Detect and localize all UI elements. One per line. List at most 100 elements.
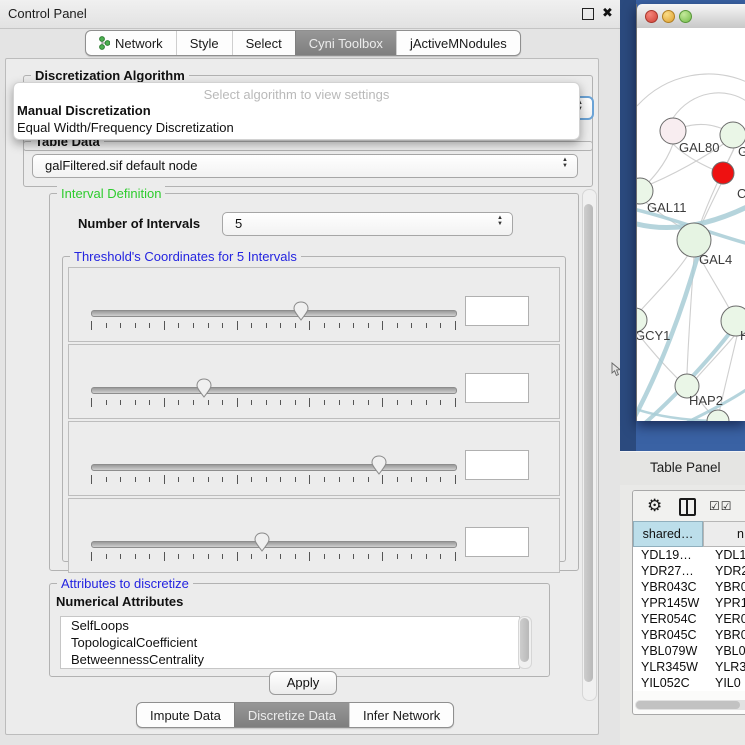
table-cell: YER054C (633, 611, 711, 627)
table-row[interactable]: YDR27…YDR2 (633, 563, 745, 579)
threshold-block-2 (68, 344, 560, 419)
table-column-header[interactable]: n (703, 521, 745, 547)
tick-mark (309, 398, 310, 407)
table-cell: YIL0 (711, 675, 741, 691)
bottom-tab-impute-data[interactable]: Impute Data (137, 703, 234, 727)
table-row[interactable]: YPR145WYPR1 (633, 595, 745, 611)
apply-button[interactable]: Apply (269, 671, 337, 695)
tab-network[interactable]: Network (86, 31, 176, 55)
tick-mark (426, 323, 427, 328)
panel-scrollbar[interactable] (582, 189, 597, 701)
zoom-traffic-icon[interactable] (679, 10, 692, 23)
slider-track[interactable] (91, 387, 457, 394)
numerical-attributes-list[interactable]: SelfLoopsTopologicalCoefficientBetweenne… (60, 616, 520, 669)
table-hscrollbar[interactable] (635, 700, 745, 710)
slider-track[interactable] (91, 310, 457, 317)
table-cell: YLR345W (633, 659, 711, 675)
tick-mark (149, 477, 150, 482)
tick-mark (251, 400, 252, 405)
attributes-list-scrollbar[interactable] (518, 616, 532, 669)
gear-icon[interactable]: ⚙ (647, 496, 662, 516)
panel-title: Control Panel (8, 6, 87, 21)
attribute-item[interactable]: TopologicalCoefficient (61, 634, 519, 651)
select-columns-icon[interactable]: ☑☑ (709, 499, 733, 513)
network-graph: GAL80GACGAL11GAL4GCY1HHAP2 (637, 28, 745, 421)
columns-icon[interactable] (679, 498, 696, 516)
table-column-header[interactable]: shared… (633, 521, 703, 547)
tick-mark (440, 477, 441, 482)
network-edge[interactable] (695, 335, 735, 380)
threshold-value-field[interactable] (465, 296, 529, 326)
tick-mark (106, 400, 107, 405)
tick-mark (237, 475, 238, 484)
close-icon[interactable]: ✖ (602, 5, 613, 21)
algorithm-option-manual[interactable]: Manual Discretization (17, 103, 151, 118)
attributes-scrollbar-thumb[interactable] (520, 618, 529, 662)
tick-mark (106, 323, 107, 328)
bottom-tab-discretize-data[interactable]: Discretize Data (234, 703, 349, 727)
intervals-value: 5 (235, 216, 242, 231)
table-data-group: Table Data galFiltered.sif default node … (23, 141, 593, 187)
network-icon (99, 36, 110, 50)
thresholds-group-label: Threshold's Coordinates for 5 Intervals (70, 249, 301, 264)
algorithm-option-equal-width[interactable]: Equal Width/Frequency Discretization (17, 120, 234, 135)
table-hscrollbar-thumb[interactable] (636, 701, 740, 709)
tick-mark (91, 398, 92, 407)
table-row[interactable]: YLR345WYLR3 (633, 659, 745, 675)
tick-mark (440, 323, 441, 328)
slider-handle[interactable] (196, 378, 212, 398)
slider-track[interactable] (91, 464, 457, 471)
bottom-tab-label: Impute Data (150, 708, 221, 723)
slider-handle[interactable] (293, 301, 309, 321)
number-of-intervals-spinner[interactable]: 5 ▲▼ (222, 212, 513, 236)
desktop-strip (620, 0, 636, 451)
tab-style[interactable]: Style (176, 31, 232, 55)
panel-scrollbar-thumb[interactable] (584, 204, 593, 682)
network-window-titlebar (637, 4, 745, 29)
threshold-value-field[interactable] (465, 450, 529, 480)
threshold-list (68, 267, 560, 575)
close-traffic-icon[interactable] (645, 10, 658, 23)
tick-mark (222, 477, 223, 482)
tab-select[interactable]: Select (232, 31, 295, 55)
table-toolbar: ⚙ ☑☑ (633, 491, 745, 521)
table-cell: YBR043C (633, 579, 711, 595)
attribute-item[interactable]: BetweennessCentrality (61, 651, 519, 668)
network-canvas[interactable]: GAL80GACGAL11GAL4GCY1HHAP2 (637, 28, 745, 421)
slider-handle[interactable] (254, 532, 270, 552)
table-cell: YDR27… (633, 563, 711, 579)
table-row[interactable]: YBL079WYBL0 (633, 643, 745, 659)
tick-mark (193, 554, 194, 559)
threshold-value-field[interactable] (465, 527, 529, 557)
tick-mark (193, 477, 194, 482)
tab-cyni-toolbox[interactable]: Cyni Toolbox (295, 31, 396, 55)
threshold-value-field[interactable] (465, 373, 529, 403)
attributes-group-label: Attributes to discretize (57, 576, 193, 591)
threshold-block-3 (68, 421, 560, 496)
tick-mark (353, 400, 354, 405)
tick-mark (295, 400, 296, 405)
table-row[interactable]: YER054CYER0 (633, 611, 745, 627)
table-row[interactable]: YBR043CYBR0 (633, 579, 745, 595)
tick-mark (368, 400, 369, 405)
slider-handle[interactable] (371, 455, 387, 475)
table-cell: YBR0 (711, 627, 745, 643)
tick-mark (149, 323, 150, 328)
table-data-combo[interactable]: galFiltered.sif default node ▲▼ (32, 154, 578, 178)
float-window-icon[interactable] (582, 8, 594, 20)
attribute-item[interactable]: SelfLoops (61, 617, 519, 634)
bottom-tab-infer-network[interactable]: Infer Network (349, 703, 453, 727)
minimize-traffic-icon[interactable] (662, 10, 675, 23)
tick-mark (208, 477, 209, 482)
table-cell: YBR045C (633, 627, 711, 643)
table-row[interactable]: YIL052CYIL0 (633, 675, 745, 691)
slider-track[interactable] (91, 541, 457, 548)
network-edge[interactable] (673, 93, 745, 118)
tick-mark (382, 475, 383, 484)
table-row[interactable]: YBR045CYBR0 (633, 627, 745, 643)
table-row[interactable]: YDL19…YDL1 (633, 547, 745, 563)
network-node[interactable] (712, 162, 734, 184)
tab-jactivemnodules[interactable]: jActiveMNodules (396, 31, 520, 55)
network-edge[interactable] (637, 74, 745, 106)
tick-mark (222, 554, 223, 559)
